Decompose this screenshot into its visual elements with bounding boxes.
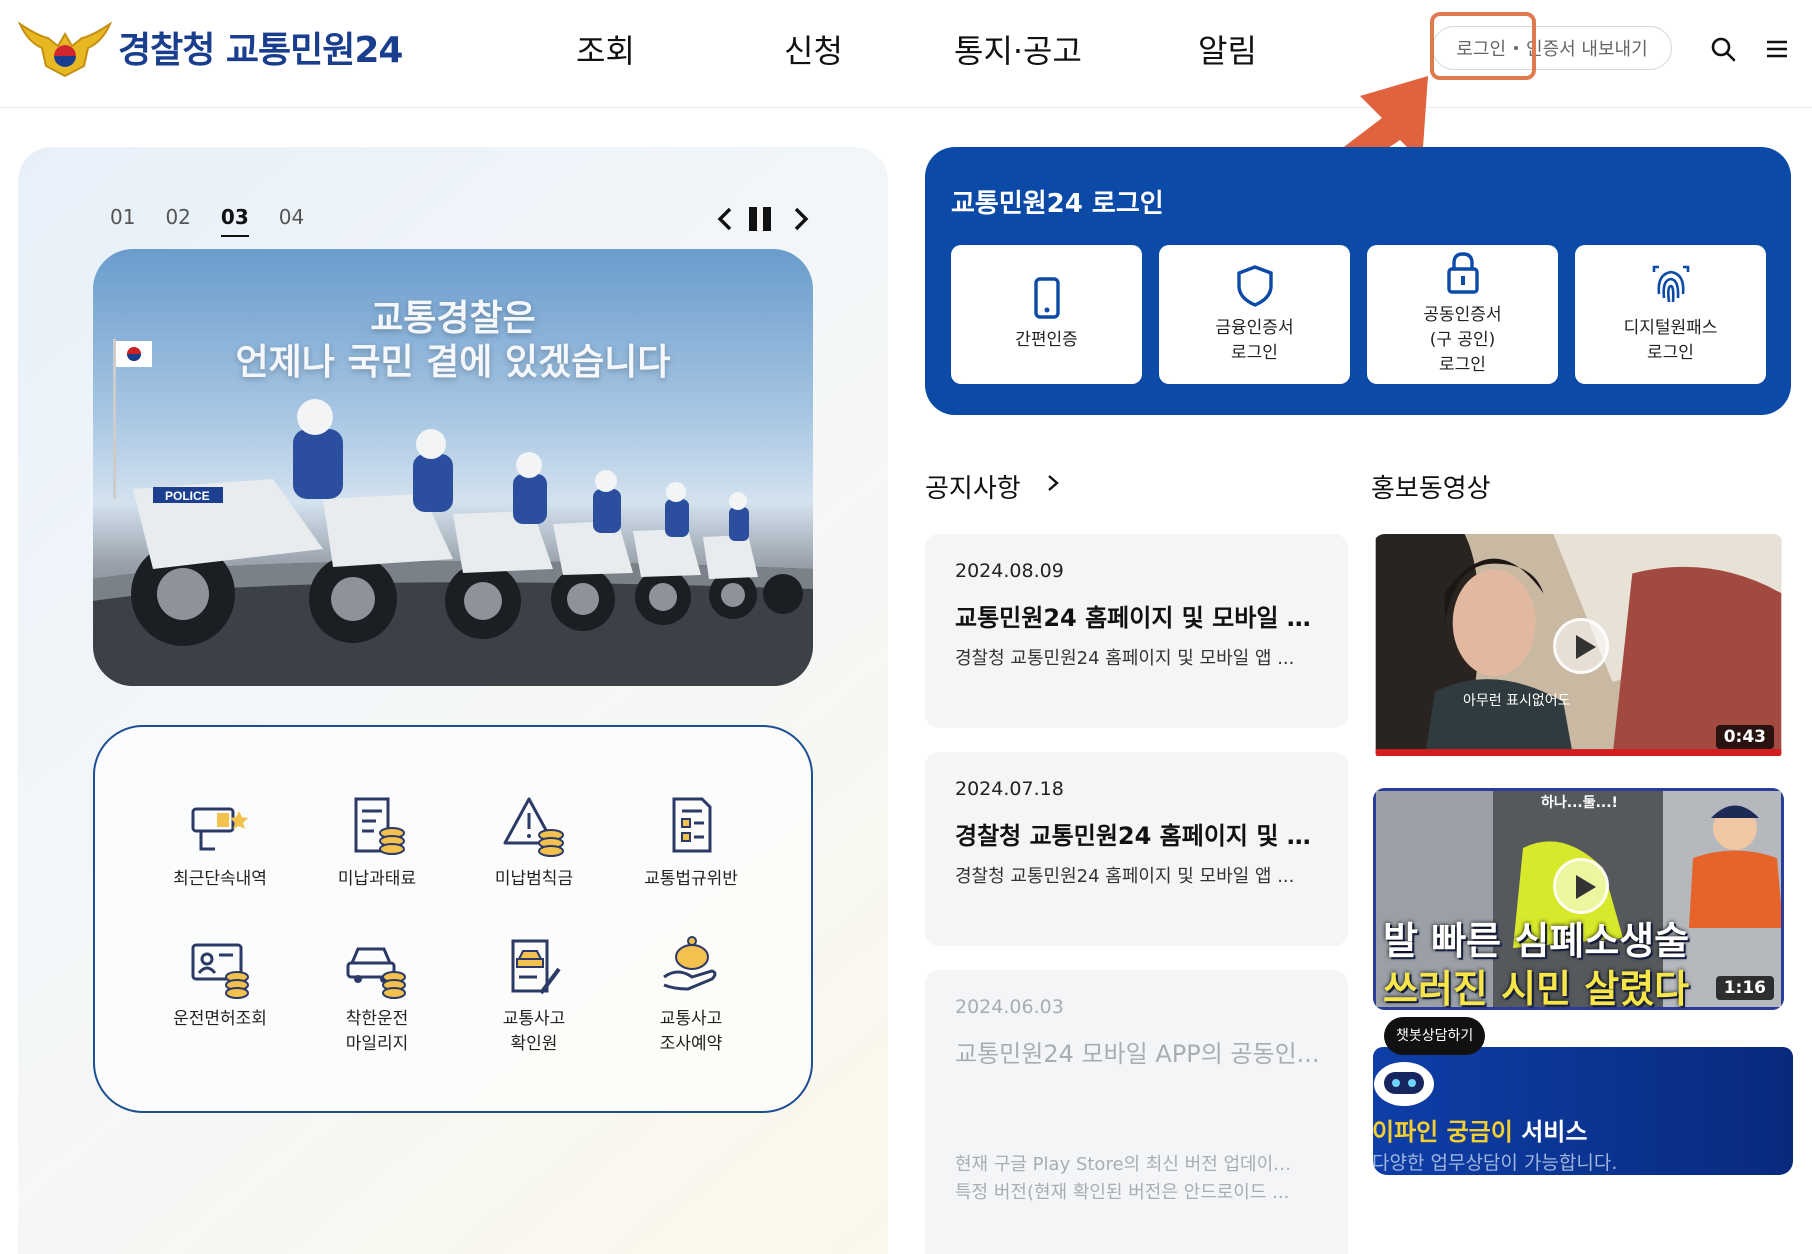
quick-menu-label: 착한운전 마일리지 — [345, 1009, 409, 1054]
fingerprint-icon — [1652, 265, 1689, 302]
nav-item-inquiry[interactable]: 조회 — [576, 26, 635, 72]
login-button-label: 간편인증 — [1015, 330, 1078, 350]
video-caption: 아무런 표시없어도 — [1463, 693, 1571, 709]
notice-date: 2024.08.09 — [955, 560, 1064, 582]
quick-menu-accident-reservation[interactable]: 교통사고 조사예약 — [611, 933, 771, 1057]
nav-item-notice[interactable]: 통지·공고 — [954, 26, 1082, 72]
slide-tab-04[interactable]: 04 — [279, 205, 304, 237]
receipt-coins-icon — [354, 797, 405, 855]
notice-desc: 특정 버전(현재 확인된 버전은 안드로이드 ... — [955, 1182, 1290, 1203]
chatbot-title-highlight: 이파인 궁금이 — [1372, 1118, 1513, 1146]
chatbot-title: 이파인 궁금이 서비스 — [1372, 1112, 1587, 1147]
quick-menu-unpaid-penalty[interactable]: 미납범칙금 — [454, 793, 614, 892]
cert-export-link[interactable]: 인증서 내보내기 — [1526, 35, 1648, 61]
logo-text: 경찰청 교통민원24 — [118, 30, 403, 71]
notice-title: 교통민원24 모바일 APP의 공동인... — [955, 1040, 1320, 1068]
financial-cert-login-button[interactable]: 금융인증서 로그인 — [1159, 245, 1350, 384]
slide-tabs: 01 02 03 04 — [110, 205, 304, 237]
chevron-right-icon[interactable] — [786, 201, 814, 237]
robot-icon — [1374, 1062, 1434, 1106]
site-logo[interactable]: 경찰청 교통민원24 — [18, 16, 403, 78]
notice-item[interactable]: 2024.07.18 경찰청 교통민원24 홈페이지 및 모... 경찰청 교통… — [925, 752, 1348, 946]
left-panel: 01 02 03 04 POLICE 교통경찰은 언제나 국민 곁에 있겠습니다… — [18, 147, 888, 1254]
notice-date: 2024.07.18 — [955, 778, 1064, 800]
video-top-caption: 하나...둘...! — [1541, 795, 1618, 811]
top-header: 경찰청 교통민원24 조회 신청 통지·공고 알림 로그인 인증서 내보내기 — [0, 0, 1812, 108]
notice-item[interactable]: 2024.06.03 교통민원24 모바일 APP의 공동인... 현재 구글 … — [925, 970, 1348, 1254]
nav-item-alarm[interactable]: 알림 — [1198, 26, 1257, 72]
slide-tab-02[interactable]: 02 — [165, 205, 190, 237]
camera-icon — [191, 807, 248, 851]
chevron-right-icon[interactable] — [1043, 470, 1063, 496]
pause-icon[interactable] — [746, 201, 774, 237]
id-card-icon — [191, 943, 249, 999]
login-highlight-box — [1430, 12, 1536, 80]
quick-menu-label: 운전면허조회 — [173, 1009, 267, 1029]
notice-desc: 경찰청 교통민원24 홈페이지 및 모바일 앱 ... — [955, 648, 1295, 669]
digital-onepass-login-button[interactable]: 디지털원패스 로그인 — [1575, 245, 1766, 384]
quick-menu-accident-certificate[interactable]: 교통사고 확인원 — [454, 933, 614, 1057]
lock-icon — [1446, 252, 1479, 294]
banner-title-line2: 언제나 국민 곁에 있겠습니다 — [235, 342, 671, 383]
login-card: 교통민원24 로그인 간편인증 금융인증서 로그인 공동인증서 (구 공인) 로… — [925, 147, 1791, 415]
chevron-left-icon[interactable] — [712, 201, 740, 237]
quick-menu-label: 미납범칙금 — [494, 869, 574, 889]
notice-item[interactable]: 2024.08.09 교통민원24 홈페이지 및 모바일 앱... 경찰청 교통… — [925, 534, 1348, 728]
quick-menu-label: 교통법규위반 — [644, 869, 738, 889]
video-caption-line2: 쓰러진 시민 살렸다 — [1383, 967, 1690, 1010]
play-icon[interactable] — [1553, 618, 1609, 674]
notice-title: 교통민원24 홈페이지 및 모바일 앱... — [955, 604, 1325, 632]
video-caption-line1: 발 빠른 심폐소생술 — [1383, 919, 1690, 963]
slide-tab-03[interactable]: 03 — [220, 205, 249, 237]
quick-menu-unpaid-fine[interactable]: 미납과태료 — [297, 793, 457, 892]
video-section-title: 홍보동영상 — [1371, 474, 1491, 504]
police-emblem-icon — [18, 21, 112, 78]
login-button-label: 디지털원패스 로그인 — [1623, 317, 1718, 363]
video-item[interactable]: 하나...둘...! 발 빠른 심폐소생술 쓰러진 시민 살렸다 1:16 — [1373, 788, 1784, 1010]
shield-icon — [1236, 264, 1273, 307]
notice-desc: 현재 구글 Play Store의 최신 버전 업데이트... — [955, 1154, 1305, 1175]
chatbot-bubble[interactable]: 챗봇상담하기 — [1384, 1017, 1486, 1055]
quick-menu-label: 교통사고 확인원 — [502, 1009, 566, 1054]
quick-menu-label: 교통사고 조사예약 — [659, 1009, 723, 1054]
notice-title: 경찰청 교통민원24 홈페이지 및 모... — [955, 822, 1325, 850]
piggy-hand-icon — [663, 936, 717, 991]
phone-icon — [1033, 277, 1060, 319]
quick-menu-license-inquiry[interactable]: 운전면허조회 — [140, 933, 300, 1032]
joint-cert-login-button[interactable]: 공동인증서 (구 공인) 로그인 — [1367, 245, 1558, 384]
notice-section-title[interactable]: 공지사항 — [925, 468, 1021, 505]
chatbot-subtitle: 다양한 업무상담이 가능합니다. — [1372, 1152, 1618, 1174]
notice-date: 2024.06.03 — [955, 996, 1064, 1018]
search-icon[interactable] — [1708, 34, 1738, 64]
simple-auth-button[interactable]: 간편인증 — [951, 245, 1142, 384]
slide-banner[interactable]: POLICE 교통경찰은 언제나 국민 곁에 있겠습니다 — [93, 249, 813, 686]
car-coins-icon — [346, 947, 406, 999]
warning-coins-icon — [503, 797, 564, 857]
slide-tab-01[interactable]: 01 — [110, 205, 135, 237]
accident-doc-icon — [511, 939, 561, 995]
video-item[interactable]: 아무런 표시없어도 0:43 — [1373, 534, 1784, 759]
notice-desc: 경찰청 교통민원24 홈페이지 및 모바일 앱 ... — [955, 866, 1295, 887]
login-button-label: 금융인증서 로그인 — [1215, 317, 1294, 363]
chatbot-title-rest: 서비스 — [1512, 1118, 1588, 1146]
video-duration: 1:16 — [1715, 976, 1774, 1000]
nav-item-apply[interactable]: 신청 — [784, 26, 843, 72]
quick-menu-label: 최근단속내역 — [173, 869, 267, 889]
play-icon[interactable] — [1553, 858, 1609, 914]
video-duration: 0:43 — [1715, 725, 1774, 749]
login-button-label: 공동인증서 (구 공인) 로그인 — [1423, 305, 1502, 375]
svg-text:POLICE: POLICE — [165, 489, 210, 503]
menu-icon[interactable] — [1763, 34, 1793, 64]
quick-menu-traffic-violation[interactable]: 교통법규위반 — [611, 793, 771, 892]
login-card-title: 교통민원24 로그인 — [951, 189, 1164, 219]
document-list-icon — [672, 797, 712, 853]
quick-menu-good-driving-mileage[interactable]: 착한운전 마일리지 — [297, 933, 457, 1057]
quick-menu-recent-enforcement[interactable]: 최근단속내역 — [140, 793, 300, 892]
quick-menu: 최근단속내역 미납과태료 미납범칙금 교통법규위반 운전면허조회 착한운전 마일… — [93, 725, 813, 1113]
quick-menu-label: 미납과태료 — [337, 869, 417, 889]
